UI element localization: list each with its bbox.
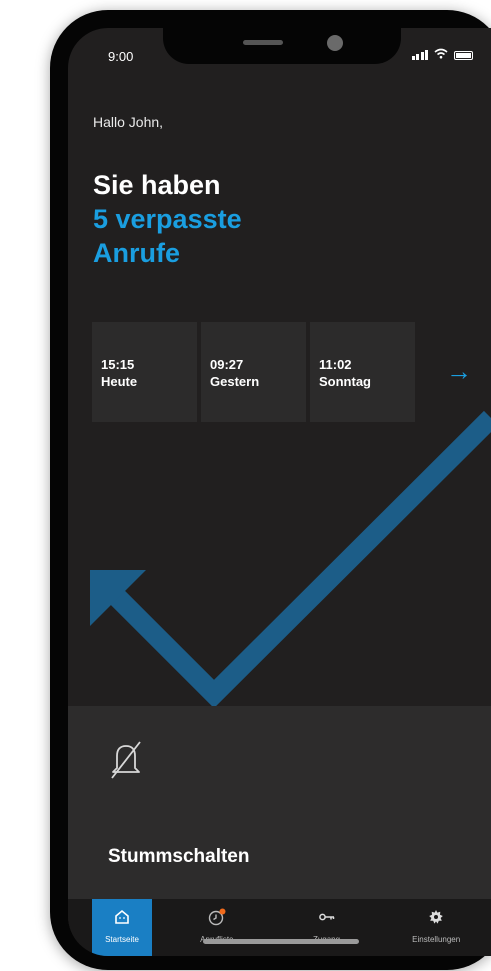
tab-zugang[interactable]: Zugang [272, 899, 382, 956]
call-day: Sonntag [319, 374, 371, 389]
key-icon [318, 913, 334, 921]
headline-line1: Sie haben [93, 170, 221, 200]
headline-line3: Anrufe [93, 238, 180, 268]
camera [327, 35, 343, 51]
tab-label: Startseite [105, 935, 139, 944]
missed-calls-list: 15:15 Heute 09:27 Gestern 11:02 Sonntag [92, 322, 415, 422]
home-indicator[interactable] [203, 939, 359, 944]
arrow-right-icon[interactable]: → [446, 358, 472, 384]
missed-call-card[interactable]: 09:27 Gestern [201, 322, 306, 422]
signal-icon [411, 50, 428, 60]
wifi-icon [434, 48, 448, 62]
call-day: Heute [101, 374, 138, 389]
tab-anrufliste[interactable]: Anrufliste [162, 899, 272, 956]
tab-bar: Startseite Anrufliste Zugang Einstellung… [68, 899, 491, 956]
status-icons [411, 48, 473, 62]
status-time: 9:00 [108, 49, 134, 64]
tab-startseite[interactable]: Startseite [92, 899, 152, 956]
missed-call-card[interactable]: 11:02 Sonntag [310, 322, 415, 422]
call-day: Gestern [210, 374, 260, 389]
headline: Sie haben 5 verpasste Anrufe [93, 168, 242, 270]
missed-call-card[interactable]: 15:15 Heute [92, 322, 197, 422]
gear-icon [429, 910, 443, 924]
battery-icon [454, 50, 473, 60]
home-icon [115, 909, 129, 924]
mute-label: Stummschalten [108, 846, 250, 867]
call-time: 09:27 [210, 357, 244, 372]
notch [163, 28, 401, 64]
mute-panel[interactable]: Stummschalten [68, 706, 491, 902]
bell-off-icon [111, 741, 141, 779]
call-time: 11:02 [319, 357, 352, 372]
tab-label: Einstellungen [412, 935, 461, 944]
greeting: Hallo John, [93, 114, 164, 130]
app-screen: 9:00 Hallo John, Sie haben 5 verpasste A… [68, 28, 491, 956]
clock-icon [208, 908, 226, 926]
speaker [243, 40, 283, 45]
call-time: 15:15 [101, 357, 135, 372]
headline-line2: 5 verpasste [93, 204, 242, 234]
tab-einstellungen[interactable]: Einstellungen [381, 899, 491, 956]
